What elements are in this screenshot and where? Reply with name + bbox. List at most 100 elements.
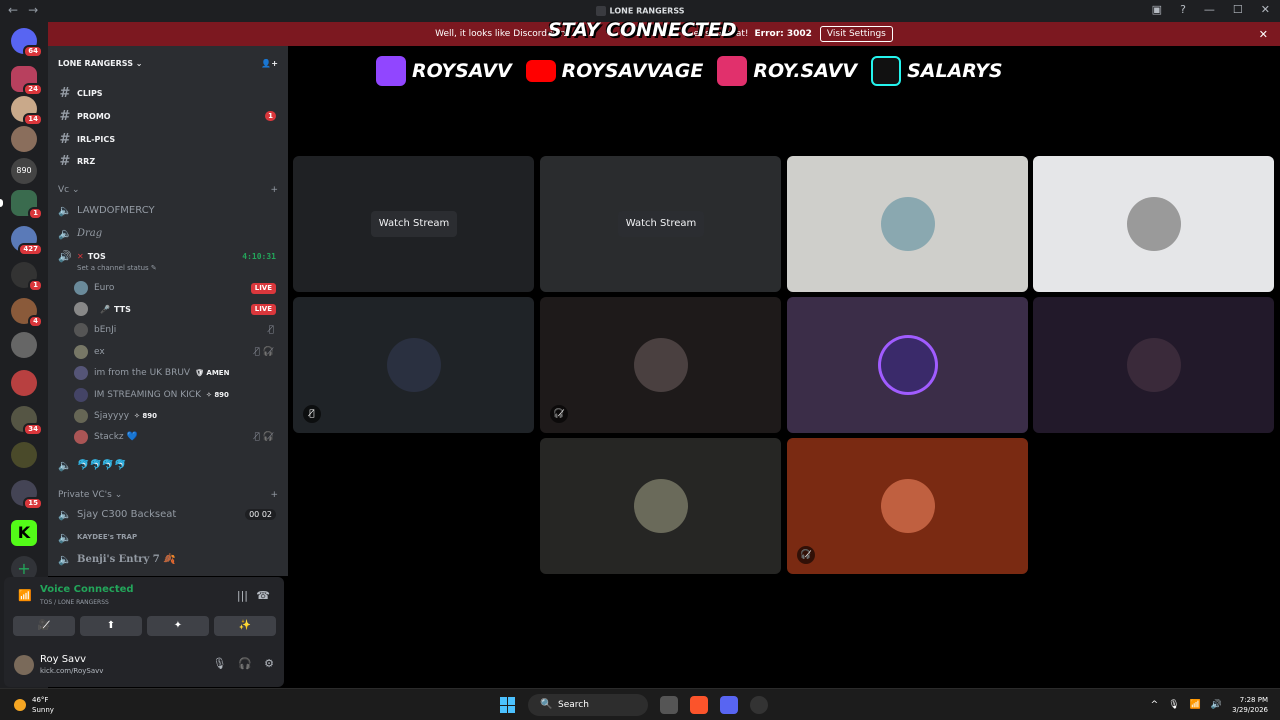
guild-icon[interactable]: 14 — [11, 96, 43, 126]
channel-irl-pics[interactable]: # IRL-PICS — [56, 129, 280, 149]
avatar — [74, 366, 88, 380]
guild-icon[interactable] — [11, 442, 37, 468]
channel-clips[interactable]: # CLIPS — [56, 83, 280, 103]
banner-message-left: Well, it looks like Discord is n — [435, 29, 566, 39]
guild-icon[interactable] — [11, 332, 37, 358]
help-icon[interactable]: ? — [1180, 3, 1186, 16]
add-member-icon[interactable]: 👤+ — [261, 59, 278, 68]
server-header[interactable]: LONE RANGERSS ⌄ 👤+ — [48, 46, 288, 80]
avatar — [881, 479, 935, 533]
guild-badge: 14 — [23, 113, 43, 126]
channel-status[interactable]: Set a channel status ✎ — [77, 264, 157, 272]
inbox-icon[interactable]: ▣ — [1152, 3, 1162, 16]
voice-channel[interactable]: 🔈 LAWDOFMERCY — [56, 200, 280, 220]
avatar — [387, 338, 441, 392]
watch-stream-button[interactable]: Watch Stream — [618, 211, 704, 237]
user-tag: ✧ 890 — [134, 412, 157, 420]
channel-rrz[interactable]: # RRZ — [56, 151, 280, 171]
volume-icon[interactable]: 🔊 — [1211, 700, 1222, 710]
deafened-icon: 🎧̸ — [797, 546, 815, 564]
headphones-icon[interactable]: 🎧 — [238, 657, 252, 670]
voice-user[interactable]: Euro LIVE — [74, 278, 278, 298]
guild-icon-active[interactable]: 1 — [0, 190, 43, 220]
visit-settings-button[interactable]: Visit Settings — [819, 26, 893, 42]
obs-icon[interactable] — [750, 696, 768, 714]
discord-taskbar-icon[interactable] — [720, 696, 738, 714]
voice-user[interactable]: Sjayyyy ✧ 890 — [74, 406, 278, 426]
voice-user[interactable]: Stackz 💙 🎙̸ 🎧̸ — [74, 427, 278, 447]
tray-overflow-icon[interactable]: ^ — [1151, 700, 1159, 710]
participant-tile[interactable] — [1033, 297, 1274, 433]
channel-name: TOS — [87, 251, 106, 261]
deafened-icon: 🎙̸ 🎧̸ — [254, 347, 274, 357]
channel-promo[interactable]: # PROMO 1 — [56, 106, 280, 126]
activities-button[interactable]: ✦ — [147, 616, 209, 636]
voice-channel-active[interactable]: 🔊 ✕ TOS 4:10:31 — [56, 246, 280, 266]
taskbar-search[interactable]: 🔍 Search — [528, 694, 648, 716]
guild-folder[interactable]: 34 — [11, 406, 43, 436]
guild-folder[interactable]: 4 — [11, 298, 43, 328]
voice-location[interactable]: TOS / LONE RANGERSS — [40, 599, 109, 606]
voice-channel[interactable]: 🔈 🐬🐬🐬🐬 — [56, 455, 280, 475]
wifi-icon[interactable]: 📶 — [1190, 700, 1201, 710]
avatar — [634, 479, 688, 533]
close-icon[interactable]: ✕ — [1259, 28, 1268, 41]
category-private-vcs[interactable]: Private VC's ⌄ + — [58, 490, 278, 500]
category-vc[interactable]: Vc ⌄ + — [58, 185, 278, 195]
channel-name: 🐬🐬🐬🐬 — [77, 459, 127, 471]
voice-channel[interactable]: 🔈 KAYDEE's TRAP — [56, 527, 280, 547]
file-explorer-icon[interactable] — [660, 696, 678, 714]
participant-tile[interactable] — [787, 156, 1028, 292]
share-screen-button[interactable]: ⬆ — [80, 616, 142, 636]
camera-button[interactable]: 🎥̸ — [13, 616, 75, 636]
participant-tile[interactable]: 🎧̸ — [787, 438, 1028, 574]
noise-suppression-icon[interactable]: ||| — [237, 589, 248, 602]
kick-app-icon[interactable]: K — [11, 520, 37, 546]
start-button[interactable] — [500, 697, 516, 713]
guild-folder[interactable]: 427 — [11, 226, 43, 256]
participant-tile[interactable] — [540, 438, 781, 574]
guild-icon[interactable] — [11, 126, 37, 152]
guild-folder[interactable]: 1 — [11, 262, 43, 292]
settings-gear-icon[interactable]: ⚙ — [264, 657, 274, 670]
microphone-tray-icon[interactable]: 🎙 — [1168, 700, 1179, 710]
voice-user[interactable]: bEnJi 🎙̸ — [74, 320, 278, 340]
channel-name: LAWDOFMERCY — [77, 204, 155, 216]
guild-folder[interactable]: 15 — [11, 480, 43, 510]
guild-badge: 64 — [23, 45, 43, 58]
add-channel-icon[interactable]: + — [270, 185, 278, 195]
weather-widget[interactable]: 46°F Sunny — [14, 695, 54, 715]
add-channel-icon[interactable]: + — [270, 490, 278, 500]
microphone-icon[interactable]: 🎙 — [212, 657, 226, 670]
soundboard-button[interactable]: ✨ — [214, 616, 276, 636]
window-title: LONE RANGERSS — [609, 6, 685, 16]
hash-icon: # — [59, 108, 71, 124]
minimize-button[interactable]: — — [1204, 3, 1215, 16]
voice-user[interactable]: IM STREAMING ON KICK ✧ 890 — [74, 385, 278, 405]
voice-channel[interactable]: 🔈 Drag — [56, 223, 280, 243]
clock[interactable]: 7:28 PM 3/29/2026 — [1232, 695, 1268, 715]
maximize-button[interactable]: ☐ — [1233, 3, 1243, 16]
guild-icon[interactable]: 24 — [11, 66, 43, 96]
stream-tile[interactable]: Watch Stream — [540, 156, 781, 292]
disconnect-icon[interactable]: ☎ — [256, 589, 270, 602]
stream-tile[interactable]: Watch Stream — [293, 156, 534, 292]
guild-folder[interactable] — [11, 370, 37, 396]
discord-home-icon[interactable]: 64 — [11, 28, 43, 58]
guild-icon[interactable]: 890 — [11, 158, 37, 184]
brave-browser-icon[interactable] — [690, 696, 708, 714]
voice-channel[interactable]: 🔈 Benji's Entry 7 🍂 — [56, 549, 280, 569]
watch-stream-button[interactable]: Watch Stream — [371, 211, 457, 237]
voice-user[interactable]: im from the UK BRUV 🛡 AMEN — [74, 363, 278, 383]
avatar — [881, 197, 935, 251]
voice-user[interactable]: ex 🎙̸ 🎧̸ — [74, 342, 278, 362]
participant-tile[interactable] — [787, 297, 1028, 433]
close-window-button[interactable]: ✕ — [1261, 3, 1270, 16]
voice-channel[interactable]: 🔈 Sjay C300 Backseat 00 02 — [56, 504, 280, 524]
participant-tile[interactable]: 🎙̸ — [293, 297, 534, 433]
voice-user[interactable]: 🎤 TTS LIVE — [74, 299, 278, 319]
avatar[interactable] — [14, 655, 34, 675]
participant-tile[interactable] — [1033, 156, 1274, 292]
participant-tile[interactable]: 🎧̸ — [540, 297, 781, 433]
username[interactable]: Roy Savv — [40, 654, 86, 665]
